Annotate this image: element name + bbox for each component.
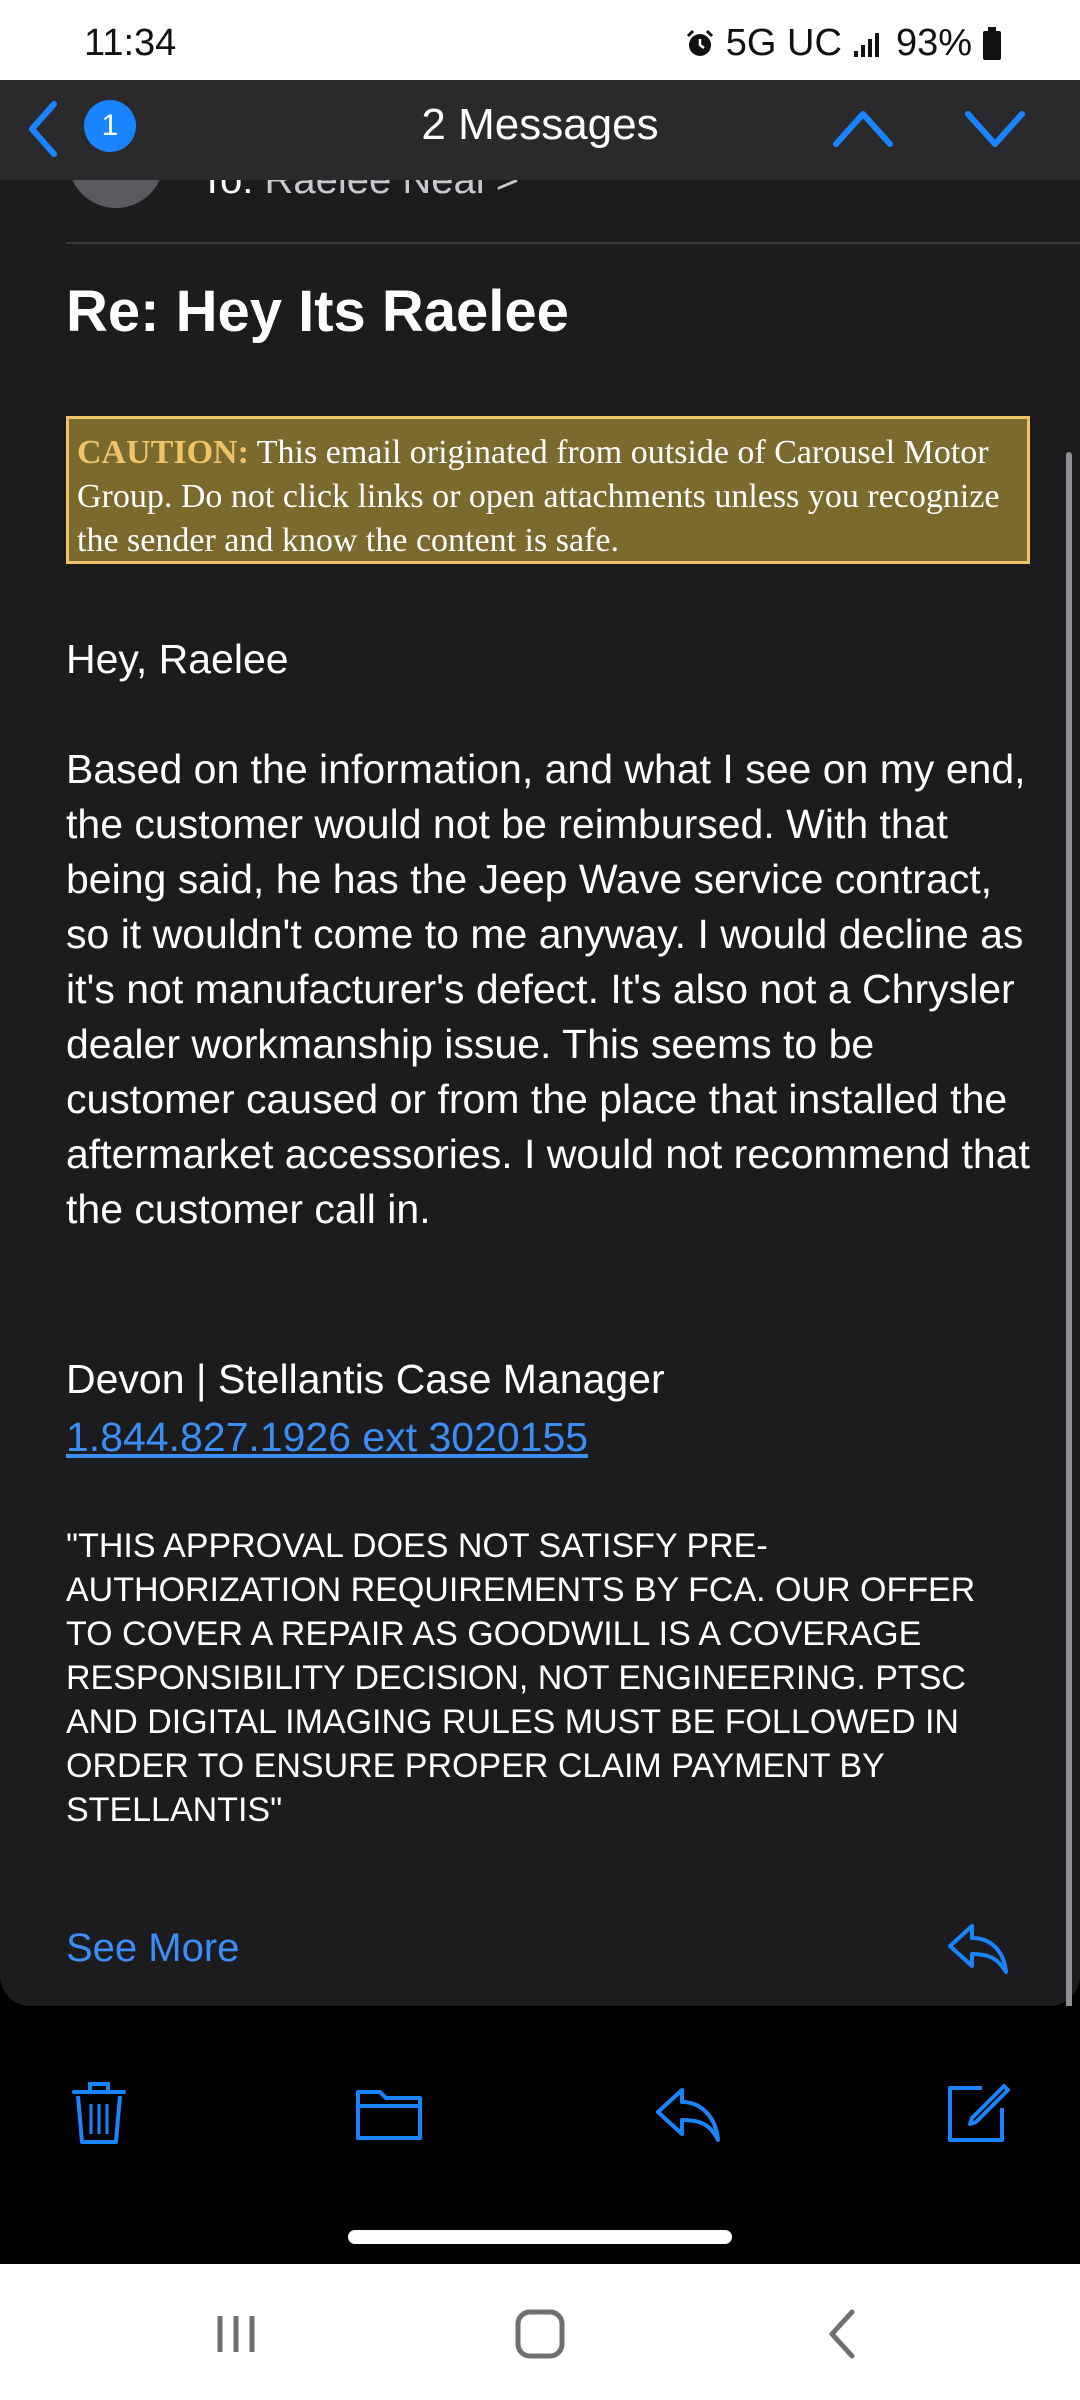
- message-nav-bar: 1 2 Messages: [0, 80, 1080, 180]
- scrollbar[interactable]: [1066, 452, 1072, 2024]
- home-icon[interactable]: [510, 2306, 570, 2362]
- email-body: Based on the information, and what I see…: [66, 746, 1030, 1232]
- signal-icon: [853, 32, 879, 57]
- compose-icon[interactable]: [942, 2078, 1012, 2148]
- email-message-card: To: Raelee Neal > Re: Hey Its Raelee CAU…: [0, 180, 1080, 2006]
- email-subject: Re: Hey Its Raelee: [66, 279, 569, 344]
- alarm-icon: [686, 29, 713, 56]
- back-icon[interactable]: [814, 2306, 874, 2362]
- bottom-toolbar: [0, 2006, 1080, 2264]
- previous-message-icon[interactable]: [832, 102, 894, 154]
- recipient-name[interactable]: Raelee Neal >: [264, 180, 519, 202]
- phone-number-link[interactable]: 1.844.827.1926 ext 3020155: [66, 1414, 588, 1461]
- reply-icon[interactable]: [652, 2078, 722, 2148]
- external-email-caution-banner: CAUTION: This email originated from outs…: [66, 416, 1030, 564]
- status-time: 11:34: [84, 22, 177, 64]
- email-signature: Devon | Stellantis Case Manager: [66, 1356, 665, 1402]
- battery-icon: [983, 26, 1001, 60]
- network-label: 5G UC: [725, 22, 842, 64]
- avatar: [68, 180, 164, 208]
- next-message-icon[interactable]: [964, 102, 1026, 154]
- header-divider: [66, 242, 1080, 244]
- recents-icon[interactable]: [206, 2306, 266, 2362]
- home-indicator[interactable]: [348, 2230, 732, 2244]
- email-greeting: Hey, Raelee: [66, 636, 289, 682]
- to-label: To:: [200, 180, 254, 202]
- trash-icon[interactable]: [64, 2078, 134, 2148]
- status-indicators: 5G UC 93%: [684, 22, 1002, 65]
- email-disclaimer: "THIS APPROVAL DOES NOT SATISFY PRE-AUTH…: [66, 1527, 976, 1829]
- system-navigation-bar: [0, 2264, 1080, 2400]
- thread-title: 2 Messages: [421, 100, 659, 149]
- reply-icon[interactable]: [944, 1920, 1010, 1976]
- battery-level: 93%: [895, 22, 972, 64]
- status-bar: 11:34 5G UC 93%: [0, 0, 1080, 80]
- folder-icon[interactable]: [354, 2078, 424, 2148]
- see-more-link[interactable]: See More: [66, 1926, 239, 1971]
- recipient-line: To: Raelee Neal >: [200, 180, 519, 203]
- caution-label: CAUTION:: [77, 434, 249, 471]
- recipient-row[interactable]: To: Raelee Neal >: [0, 180, 1080, 222]
